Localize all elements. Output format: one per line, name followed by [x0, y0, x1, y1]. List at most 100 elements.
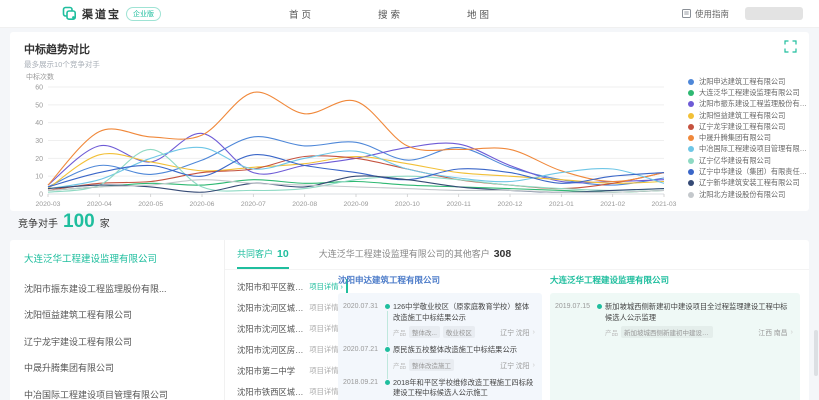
svg-text:2021-02: 2021-02 [600, 201, 625, 208]
fullscreen-icon[interactable] [784, 40, 797, 53]
more-icon[interactable]: › [791, 328, 794, 336]
svg-text:10: 10 [35, 174, 43, 181]
competitor-list: 大连泛华工程建设监理有限公司 沈阳市振东建设工程监理股份有限...沈阳恒益建筑工… [10, 240, 225, 400]
more-icon[interactable]: › [533, 361, 536, 369]
svg-text:2020-08: 2020-08 [292, 201, 317, 208]
chart-legend: 沈阳申达建筑工程有限公司大连泛华工程建设监理有限公司沈阳市振东建设工程监理股份有… [688, 76, 810, 200]
svg-text:50: 50 [35, 102, 43, 109]
svg-text:2021-03: 2021-03 [652, 201, 677, 208]
competitor-item[interactable]: 中晟升腾集团有限公司 [10, 355, 224, 382]
timeline-dot-icon [597, 304, 602, 309]
svg-text:2020-12: 2020-12 [498, 201, 523, 208]
timeline-line [387, 354, 388, 379]
legend-label: 沈阳北方建设股份有限公司 [699, 190, 785, 200]
legend-item[interactable]: 中冶国际工程建设项目管理有限公... [688, 144, 810, 155]
bid-title-link[interactable]: 新加坡城西侧新建初中建设项目全过程监理建设工程中标候选人公示监理 [605, 302, 793, 323]
nav-menu: 首页 搜索 地图 [289, 7, 492, 21]
legend-label: 辽宁中华建设（集团）有限责任公... [699, 167, 810, 177]
legend-dot-icon [688, 90, 694, 96]
competitor-item[interactable]: 沈阳恒益建筑工程有限公司 [10, 302, 224, 329]
bid-content: 原民族五校整体改造施工中标结果公示产品整体改造施工辽宁 沈阳› [393, 345, 535, 371]
trend-title: 中标趋势对比 [24, 41, 90, 57]
nav-item-search[interactable]: 搜索 [378, 7, 403, 21]
bid-location: 辽宁 沈阳 [500, 327, 529, 337]
tab-count: 10 [277, 248, 289, 260]
bid-title-link[interactable]: 126中学敬业校区（原家庭教育学校）整体改造施工中标结果公示 [393, 302, 535, 323]
legend-item[interactable]: 中晟升腾集团有限公司 [688, 132, 810, 143]
competitor-item[interactable]: 辽宁龙宇建设工程有限公司 [10, 328, 224, 355]
competitor-name: 中冶国际工程建设项目管理有限公司 [24, 388, 168, 400]
client-name: 沈阳市沈河区城市建设局 [237, 302, 305, 314]
client-name: 沈阳市沈河区房产局 [237, 344, 305, 356]
legend-item[interactable]: 沈阳申达建筑工程有限公司 [688, 76, 810, 87]
bid-entry: 2020.07.31 126中学敬业校区（原家庭教育学校）整体改造施工中标结果公示… [343, 302, 535, 338]
competitor-item[interactable]: 中冶国际工程建设项目管理有限公司 [10, 381, 224, 400]
legend-item[interactable]: 沈阳市振东建设工程监理股份有限... [688, 99, 810, 110]
competitors-section-label: 竞争对手 100 家 [18, 212, 110, 231]
competitor-name: 辽宁龙宇建设工程有限公司 [24, 335, 132, 348]
legend-item[interactable]: 沈阳恒益建筑工程有限公司 [688, 110, 810, 121]
tab-count: 308 [494, 248, 512, 260]
client-tabs: 共同客户10 大连泛华工程建设监理有限公司的其他客户 308 [225, 240, 809, 270]
svg-text:2020-03: 2020-03 [36, 201, 61, 208]
legend-label: 辽宁新华建筑安装工程有限公司 [699, 178, 800, 188]
legend-label: 中晟升腾集团有限公司 [699, 133, 771, 143]
logo-text: 渠道宝 [82, 6, 121, 22]
legend-dot-icon [688, 101, 694, 107]
legend-label: 辽宁亿华建设有限公司 [699, 156, 771, 166]
svg-text:40: 40 [35, 120, 43, 127]
product-tag: 敬业校区 [443, 326, 475, 338]
timeline [383, 345, 393, 371]
legend-label: 大连泛华工程建设监理有限公司 [699, 88, 800, 98]
bid-title-link[interactable]: 2018年和平区学校维修改造工程施工四标段建设工程中标候选人公示施工 [393, 378, 535, 399]
legend-item[interactable]: 沈阳北方建设股份有限公司 [688, 189, 810, 200]
bid-location: 江西 南昌 [758, 327, 787, 337]
nav-item-map[interactable]: 地图 [467, 7, 492, 21]
legend-item[interactable]: 辽宁亿华建设有限公司 [688, 155, 810, 166]
legend-item[interactable]: 辽宁龙宇建设工程有限公司 [688, 121, 810, 132]
panel-company-name[interactable]: 沈阳申达建筑工程有限公司 [338, 274, 542, 286]
client-row: 沈阳市沈河区城市管理局项目详情 › [237, 318, 343, 339]
svg-text:60: 60 [35, 85, 43, 92]
client-name: 沈阳市沈河区城市管理局 [237, 323, 305, 335]
guide-link[interactable]: 使用指南 [682, 8, 729, 20]
legend-label: 中冶国际工程建设项目管理有限公... [699, 144, 810, 154]
panel-company-name[interactable]: 大连泛华工程建设监理有限公司 [550, 274, 800, 286]
legend-label: 沈阳市振东建设工程监理股份有限... [699, 99, 810, 109]
trend-subtitle: 最多展示10个竞争对手 [24, 59, 100, 70]
tab-label: 大连泛华工程建设监理有限公司的其他客户 [319, 247, 490, 260]
shared-client-list: 沈阳市和平区教育局项目详情 ›沈阳市沈河区城市建设局项目详情 ›沈阳市沈河区城市… [237, 276, 343, 400]
more-icon[interactable]: › [533, 328, 536, 336]
navbar-right: 使用指南 [682, 7, 803, 20]
product-tag: 整体改... [409, 326, 440, 338]
bid-content: 126中学敬业校区（原家庭教育学校）整体改造施工中标结果公示产品整体改...敬业… [393, 302, 535, 338]
legend-dot-icon [688, 124, 694, 130]
svg-text:2020-05: 2020-05 [138, 201, 163, 208]
svg-text:2021-01: 2021-01 [549, 201, 574, 208]
bid-title-link[interactable]: 原民族五校整体改造施工中标结果公示 [393, 345, 535, 356]
tab-other-clients[interactable]: 大连泛华工程建设监理有限公司的其他客户 308 [319, 240, 512, 269]
timeline [595, 302, 605, 338]
timeline-dot-icon [385, 347, 390, 352]
competitor-item-selected[interactable]: 大连泛华工程建设监理有限公司 [10, 240, 224, 275]
bid-content: 新加坡城西侧新建初中建设项目全过程监理建设工程中标候选人公示监理产品新加坡城西侧… [605, 302, 793, 338]
user-account-redacted[interactable] [745, 7, 803, 20]
guide-icon [682, 9, 691, 18]
legend-item[interactable]: 辽宁新华建筑安装工程有限公司 [688, 178, 810, 189]
legend-item[interactable]: 辽宁中华建设（集团）有限责任公... [688, 166, 810, 177]
legend-label: 沈阳恒益建筑工程有限公司 [699, 111, 785, 121]
logo[interactable]: 渠道宝 企业版 [62, 6, 161, 22]
bid-date: 2020.07.31 [343, 302, 383, 338]
svg-text:2020-06: 2020-06 [190, 201, 215, 208]
timeline-dot-icon [385, 380, 390, 385]
page-scrollbar[interactable] [814, 330, 818, 376]
guide-label: 使用指南 [695, 8, 729, 20]
competitor-item[interactable]: 沈阳市振东建设工程监理股份有限... [10, 275, 224, 302]
product-tag: 整体改造施工 [409, 359, 454, 371]
tab-shared-clients[interactable]: 共同客户10 [237, 240, 289, 269]
legend-item[interactable]: 大连泛华工程建设监理有限公司 [688, 87, 810, 98]
legend-label: 辽宁龙宇建设工程有限公司 [699, 122, 785, 132]
bid-tag-row: 产品整体改造施工辽宁 沈阳› [393, 359, 535, 371]
nav-item-home[interactable]: 首页 [289, 7, 314, 21]
timeline-line [387, 311, 388, 346]
